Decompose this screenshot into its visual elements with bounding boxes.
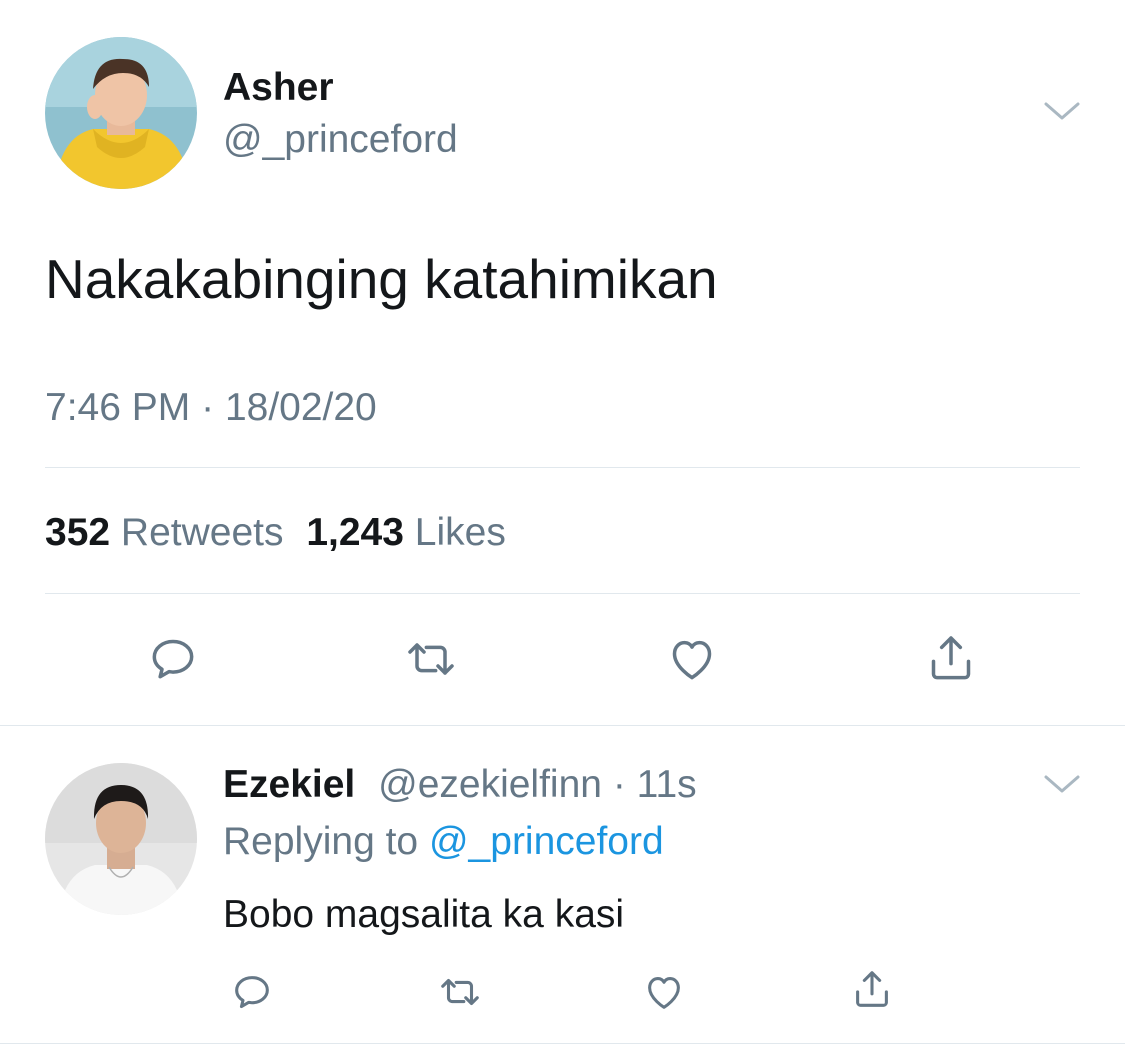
reply-like-button[interactable] xyxy=(638,966,690,1018)
tweet-date: 18/02/20 xyxy=(224,386,377,429)
replying-to-label: Replying to xyxy=(223,820,419,863)
reply-retweet-button[interactable] xyxy=(434,966,486,1018)
replying-to: Replying to @_princeford xyxy=(223,820,664,864)
reply-reply-button[interactable] xyxy=(226,966,278,1018)
share-icon xyxy=(931,636,971,680)
retweet-button[interactable] xyxy=(398,626,464,692)
like-button[interactable] xyxy=(659,626,725,692)
reply-age[interactable]: 11s xyxy=(637,763,697,806)
reply-header: Ezekiel @ezekielfinn · 11s xyxy=(223,763,697,807)
tweet-time: 7:46 PM xyxy=(45,386,191,429)
reply-author-handle[interactable]: @ezekielfinn xyxy=(378,763,602,806)
divider xyxy=(0,1043,1125,1044)
share-button[interactable] xyxy=(918,626,984,692)
engagement-stats: 352 Retweets 1,243 Likes xyxy=(45,511,506,555)
divider xyxy=(0,725,1125,726)
retweet-icon xyxy=(408,643,454,675)
reply-share-button[interactable] xyxy=(846,964,898,1016)
reply-text: Bobo magsalita ka kasi xyxy=(223,893,625,936)
replying-to-handle[interactable]: @_princeford xyxy=(429,820,664,863)
reply-author-name[interactable]: Ezekiel xyxy=(223,763,355,806)
chevron-down-icon[interactable] xyxy=(1042,771,1082,797)
like-icon xyxy=(648,977,680,1009)
divider xyxy=(45,593,1080,594)
retweets-count: 352 xyxy=(45,511,111,554)
reply-separator: · xyxy=(612,763,626,806)
retweets-stat[interactable]: 352 Retweets xyxy=(45,511,294,554)
avatar-asher[interactable] xyxy=(45,37,197,189)
likes-stat[interactable]: 1,243 Likes xyxy=(306,511,506,554)
author-handle[interactable]: @_princeford xyxy=(223,118,458,162)
tweet-timestamp: 7:46 PM · 18/02/20 xyxy=(45,386,377,430)
chevron-down-icon[interactable] xyxy=(1042,98,1082,124)
avatar-ezekiel[interactable] xyxy=(45,763,197,915)
share-icon xyxy=(856,971,888,1007)
timestamp-separator: · xyxy=(201,386,215,429)
author-name[interactable]: Asher xyxy=(223,66,334,110)
divider xyxy=(45,467,1080,468)
retweets-label: Retweets xyxy=(120,511,284,554)
retweet-icon xyxy=(441,978,479,1006)
reply-icon xyxy=(152,639,194,679)
reply-icon xyxy=(235,976,269,1009)
like-icon xyxy=(672,640,712,680)
tweet-text: Nakakabinging katahimikan xyxy=(45,248,718,310)
reply-button[interactable] xyxy=(140,626,206,692)
likes-label: Likes xyxy=(414,511,506,554)
likes-count: 1,243 xyxy=(306,511,404,554)
